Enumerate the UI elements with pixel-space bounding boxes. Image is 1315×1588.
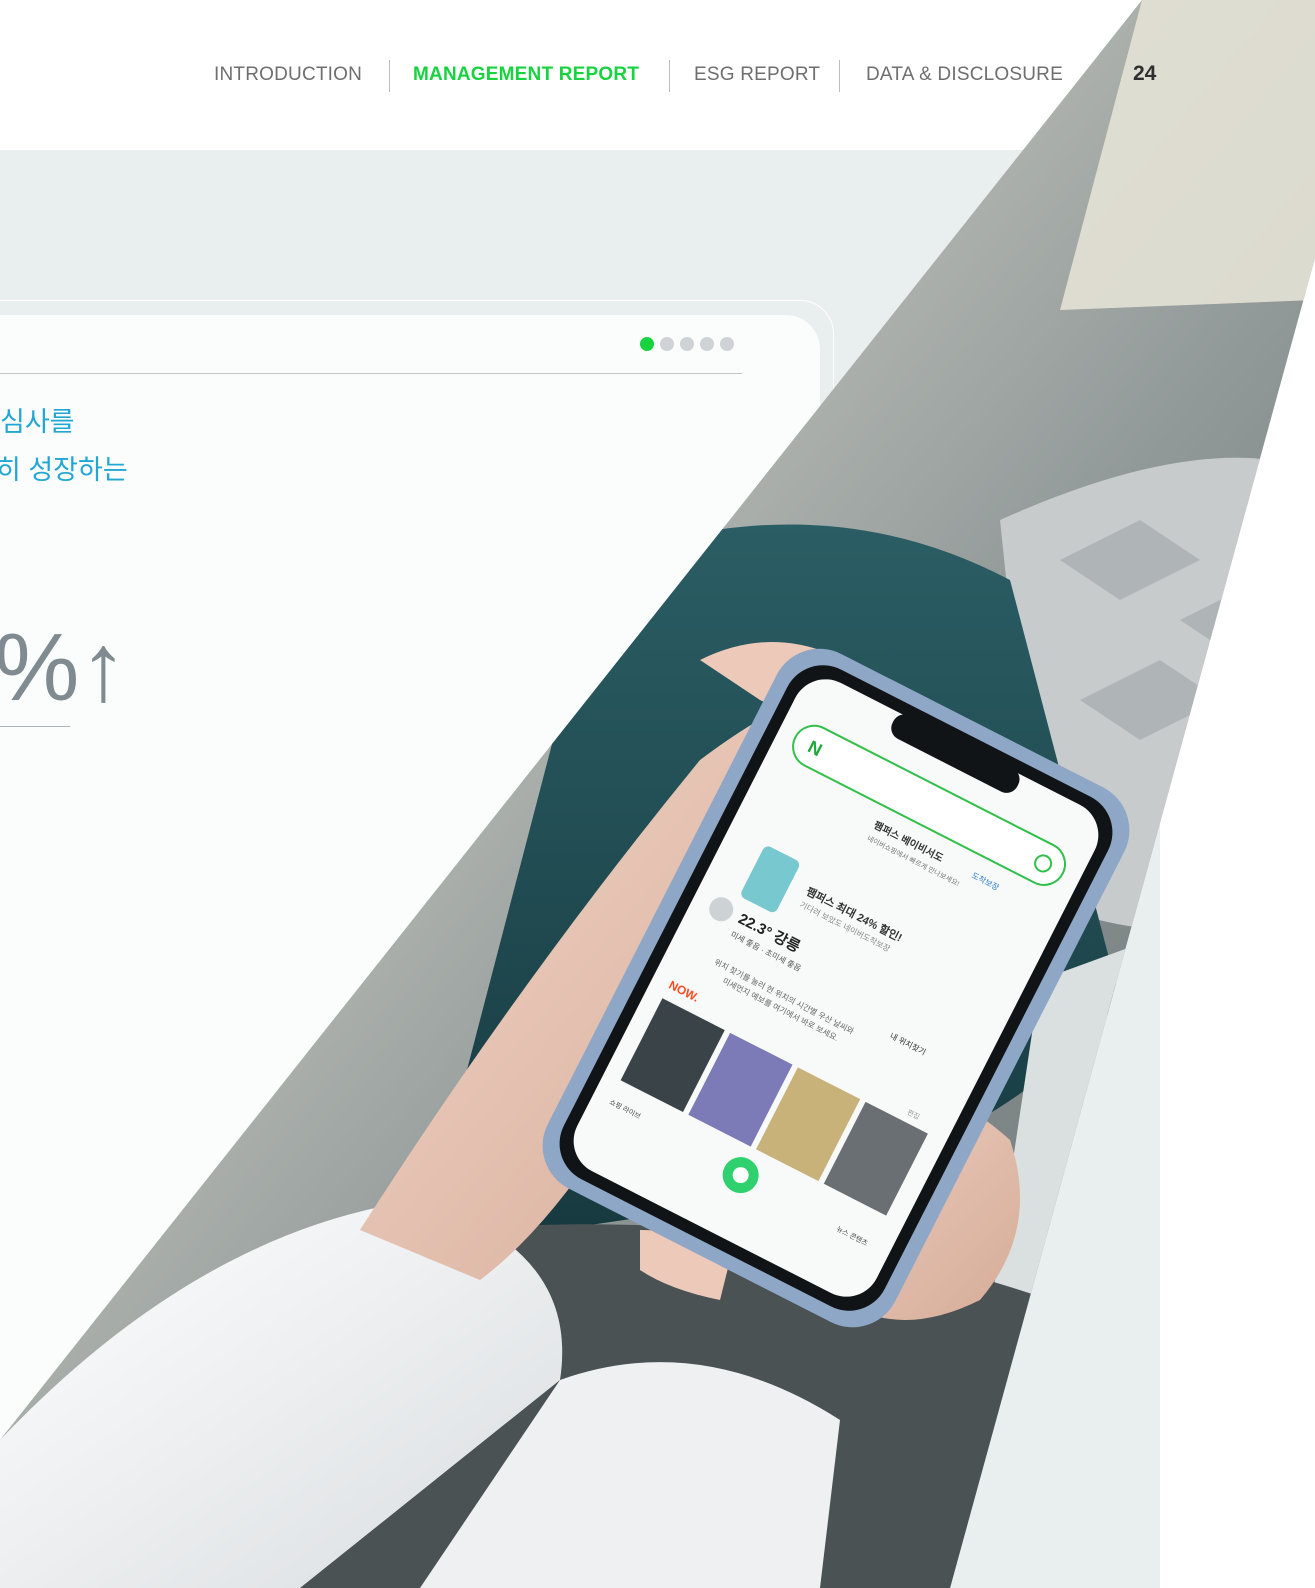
report-page: 심사를 히 성장하는 %↑ N 팸퍼스 베이비서도 네이버쇼핑에서 빠르게 만나…	[0, 0, 1315, 1588]
page-number: 24	[1133, 62, 1157, 85]
nav-management-report[interactable]: MANAGEMENT REPORT	[413, 64, 639, 86]
nav-data-disclosure[interactable]: DATA & DISCLOSURE	[866, 64, 1063, 86]
nav-esg-report[interactable]: ESG REPORT	[694, 64, 820, 86]
top-navigation: INTRODUCTION MANAGEMENT REPORT ESG REPOR…	[0, 60, 1315, 92]
nav-divider	[839, 60, 840, 92]
nav-introduction[interactable]: INTRODUCTION	[214, 64, 362, 86]
phone-photo: N 팸퍼스 베이비서도 네이버쇼핑에서 빠르게 만나보세요! 도착보장 팸퍼스 …	[0, 0, 1315, 1588]
nav-divider	[669, 60, 670, 92]
nav-divider	[389, 60, 390, 92]
